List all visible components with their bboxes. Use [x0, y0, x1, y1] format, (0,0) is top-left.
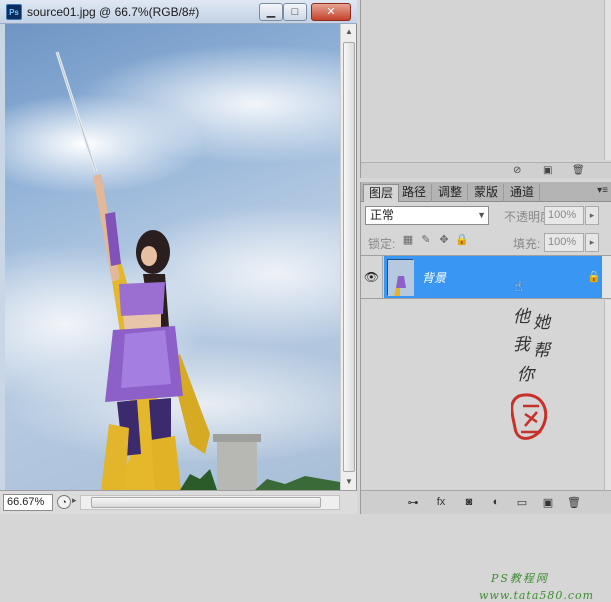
- layer-row[interactable]: 👁 背景 ☝ 🔒: [361, 255, 611, 299]
- watermark-char: 我: [513, 335, 530, 355]
- hand-cursor-icon: ☝: [514, 278, 523, 294]
- watermark-line2: www.tata580.com: [479, 589, 595, 602]
- seal-icon: [511, 393, 548, 440]
- trash-icon[interactable]: 🗑: [572, 165, 585, 176]
- image-canvas[interactable]: [5, 24, 340, 490]
- new-icon[interactable]: ▣: [543, 165, 552, 176]
- tab-layers[interactable]: 图层: [363, 184, 400, 202]
- document-window: Ps source01.jpg @ 66.7%(RGB/8#) ▁ □ ✕ ▲ …: [0, 0, 357, 514]
- scroll-up-icon[interactable]: ▲: [341, 24, 357, 40]
- scroll-thumb[interactable]: [343, 42, 355, 472]
- fill-label: 填充:: [513, 237, 541, 251]
- opacity-field[interactable]: 100%: [544, 206, 584, 225]
- stone-tower: [217, 439, 257, 490]
- tab-masks[interactable]: 蒙版: [469, 184, 505, 202]
- trees-right: [255, 476, 340, 490]
- link-layers-icon[interactable]: ⊶: [405, 496, 421, 509]
- watermark-char: 她: [533, 313, 550, 333]
- scroll-down-icon[interactable]: ▼: [341, 474, 357, 490]
- layers-list-area: 他 她 我 帮 你 PS教程网 www.tata580.com: [361, 300, 604, 602]
- horizontal-scroll-thumb[interactable]: [91, 497, 321, 508]
- panel-tabs: 图层 路径 调整 蒙版 通道 ▾≡: [361, 182, 611, 202]
- new-layer-icon[interactable]: ▣: [540, 496, 556, 509]
- minimize-button[interactable]: ▁: [259, 3, 283, 21]
- adjustment-layer-icon[interactable]: ◐: [488, 496, 504, 508]
- top-panel-content: [361, 0, 604, 160]
- maximize-button[interactable]: □: [283, 3, 307, 21]
- layer-thumbnail: [387, 259, 414, 296]
- tab-channels[interactable]: 通道: [505, 184, 541, 202]
- no-icon[interactable]: ⊘: [513, 165, 521, 176]
- lock-label: 锁定:: [368, 237, 396, 251]
- layers-panel: 图层 路径 调整 蒙版 通道 ▾≡ 正常 ▼ 不透明度: 100% ▸ 锁定: …: [360, 182, 611, 602]
- fill-slider-button[interactable]: ▸: [585, 233, 599, 252]
- lock-transparency-icon[interactable]: ▦: [401, 233, 415, 247]
- trees: [180, 469, 217, 490]
- photo-content: [55, 51, 340, 490]
- lock-pixels-icon[interactable]: ✎: [419, 233, 433, 247]
- status-menu-icon[interactable]: ▸: [72, 495, 77, 506]
- opacity-slider-button[interactable]: ▸: [585, 206, 599, 225]
- blend-mode-value: 正常: [370, 208, 395, 222]
- top-panel-footer: ⊘ ▣ 🗑: [361, 162, 611, 178]
- delete-layer-icon[interactable]: 🗑: [566, 496, 582, 509]
- horizontal-scrollbar[interactable]: [80, 495, 340, 510]
- panel-menu-icon[interactable]: ▾≡: [597, 185, 608, 196]
- document-title: source01.jpg @ 66.7%(RGB/8#): [27, 5, 200, 19]
- layer-name[interactable]: 背景: [422, 269, 446, 286]
- blend-mode-select[interactable]: 正常 ▼: [365, 206, 489, 225]
- watermark-char: 你: [517, 365, 534, 385]
- layers-list-scrollbar[interactable]: [602, 256, 611, 298]
- layer-style-icon[interactable]: fx: [433, 496, 449, 508]
- layer-lock-icon: 🔒: [587, 271, 601, 283]
- chevron-down-icon: ▼: [477, 210, 486, 220]
- top-panel-scrollbar[interactable]: [604, 0, 611, 160]
- new-group-icon[interactable]: ▭: [514, 496, 530, 509]
- lock-position-icon[interactable]: ✥: [437, 233, 451, 247]
- document-titlebar[interactable]: Ps source01.jpg @ 66.7%(RGB/8#) ▁ □ ✕: [0, 0, 357, 24]
- top-panel: ⊘ ▣ 🗑: [360, 0, 611, 178]
- layers-footer: ⊶ fx ◙ ◐ ▭ ▣ 🗑: [361, 490, 611, 514]
- lock-all-icon[interactable]: 🔒: [455, 233, 469, 247]
- status-info-icon[interactable]: ◔: [57, 495, 71, 509]
- watermark-line1: PS教程网: [491, 572, 549, 585]
- status-bar: 66.67% ◔ ▸: [0, 490, 357, 514]
- zoom-field[interactable]: 66.67%: [3, 494, 53, 511]
- watermark-char: 他: [513, 307, 530, 327]
- close-button[interactable]: ✕: [311, 3, 351, 21]
- photoshop-icon: Ps: [6, 4, 22, 20]
- vertical-scrollbar[interactable]: ▲ ▼: [340, 24, 356, 490]
- layer-selected-bg[interactable]: 背景 ☝ 🔒: [384, 256, 602, 298]
- sword-edge: [56, 51, 97, 173]
- add-mask-icon[interactable]: ◙: [461, 496, 477, 508]
- fill-field[interactable]: 100%: [544, 233, 584, 252]
- yellow-drape-left: [101, 424, 129, 490]
- face: [141, 246, 157, 266]
- skirt-front: [121, 330, 171, 388]
- yellow-drape-right: [151, 436, 181, 490]
- layers-panel-scrollbar[interactable]: [604, 300, 611, 490]
- watermark-char: 帮: [533, 341, 550, 361]
- tab-paths[interactable]: 路径: [397, 184, 433, 202]
- eye-icon[interactable]: 👁: [361, 256, 383, 298]
- top: [119, 282, 165, 316]
- tab-adjustments[interactable]: 调整: [433, 184, 469, 202]
